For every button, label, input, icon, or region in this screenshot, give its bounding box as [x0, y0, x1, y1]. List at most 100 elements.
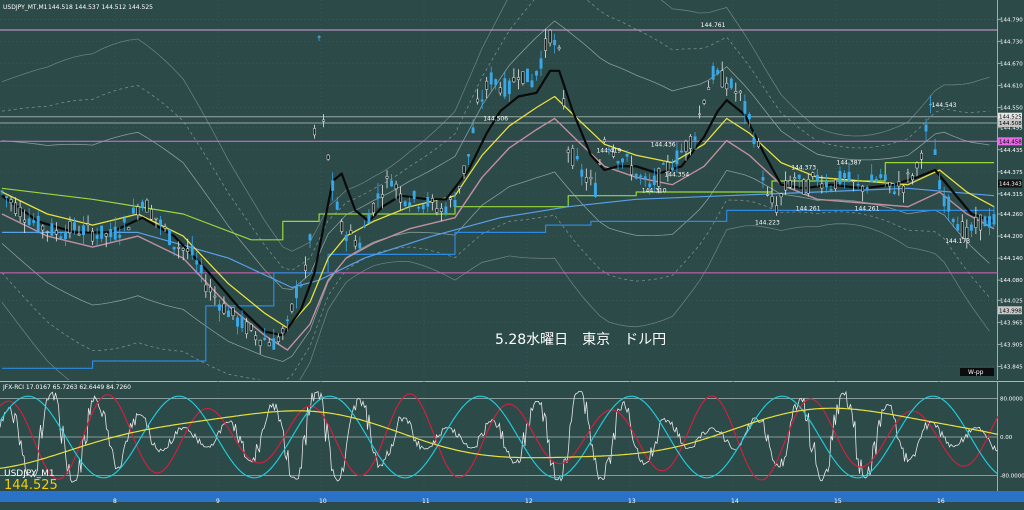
candle-body	[707, 87, 711, 90]
candle-body	[394, 183, 398, 190]
candle-body	[73, 222, 76, 231]
candle-body	[793, 177, 797, 180]
candle-body	[313, 128, 316, 136]
candle-body	[412, 190, 416, 200]
candle-body	[82, 225, 85, 236]
candle-body	[489, 72, 493, 85]
candle-body	[122, 218, 126, 223]
candle-body	[743, 101, 747, 114]
candle-body	[63, 231, 67, 240]
candle-body	[602, 139, 606, 142]
candle-body	[91, 231, 95, 242]
candle-body	[467, 154, 471, 157]
candle-body	[9, 199, 13, 204]
candle-body	[353, 240, 357, 247]
candle-body	[711, 66, 715, 80]
chart-title: USDJPY_MT,M1	[3, 4, 48, 11]
candle-body	[575, 155, 579, 160]
candle-body	[0, 190, 4, 193]
candle-body	[317, 36, 321, 38]
candle-body	[883, 174, 887, 181]
candle-body	[358, 242, 362, 249]
candle-body	[861, 185, 865, 192]
candle-body	[68, 221, 72, 234]
candle-body	[548, 30, 552, 44]
price-annotation: 144.261	[796, 206, 821, 213]
candle-body	[811, 172, 815, 177]
candle-body	[806, 179, 810, 194]
candle-body	[843, 172, 846, 179]
candle-body	[308, 234, 312, 241]
candle-body	[118, 234, 122, 238]
candle-body	[417, 206, 421, 209]
tick-label: 144.260	[1000, 212, 1023, 218]
price-annotation: 144.436	[651, 141, 676, 148]
candle-body	[127, 227, 131, 231]
candle-body	[159, 219, 162, 226]
candle-body	[32, 220, 36, 224]
candle-body	[584, 177, 588, 183]
chart-window: 144.761 144.506 144.543 144.419 144.436 144.3…	[0, 0, 1024, 505]
candle-body	[747, 114, 751, 120]
candle-body	[435, 208, 439, 213]
candle-body	[562, 98, 566, 106]
candle-body	[458, 186, 461, 189]
candle-body	[680, 150, 683, 153]
candle-body	[566, 149, 570, 153]
candle-body	[276, 336, 280, 343]
candle-body	[498, 87, 502, 94]
candle-body	[856, 183, 860, 186]
candle-body	[684, 140, 688, 152]
candle-body	[648, 183, 652, 188]
candle-body	[150, 209, 153, 220]
candle-body	[199, 264, 203, 274]
candle-body	[702, 100, 706, 104]
candle-body	[969, 224, 973, 231]
candle-body	[236, 317, 239, 327]
candle-body	[720, 70, 724, 88]
candle-body	[802, 179, 806, 195]
candle-body	[480, 99, 484, 102]
candle-body	[770, 196, 774, 204]
candle-body	[874, 178, 878, 182]
candle-body	[729, 78, 733, 89]
rci-oscillator[interactable]: 80.0000 0.00 -80.0000 JFX-RCI 17.0167 65.7…	[0, 381, 1024, 491]
candle-body	[54, 230, 58, 235]
price-annotation: 144.223	[755, 220, 780, 227]
candle-body	[371, 203, 375, 214]
candle-body	[385, 176, 389, 179]
candle-body	[249, 324, 253, 331]
candle-body	[788, 180, 792, 188]
candle-body	[847, 171, 851, 182]
candle-body	[367, 214, 371, 224]
tick-label: 144.790	[1000, 17, 1023, 23]
candle-body	[879, 174, 883, 178]
candle-body	[666, 162, 670, 172]
candle-body	[630, 165, 634, 175]
price-annotation: 144.261	[855, 206, 880, 213]
candle-body	[294, 286, 298, 299]
candle-body	[240, 316, 244, 329]
price-marker-label: 144.458	[999, 139, 1022, 145]
candle-body	[870, 174, 874, 183]
candle-body	[621, 158, 625, 163]
tick-label: 144.730	[1000, 39, 1023, 45]
candle-body	[888, 182, 892, 187]
candle-body	[779, 193, 783, 198]
candle-body	[145, 199, 149, 213]
candle-body	[245, 321, 249, 335]
price-annotation: 144.419	[596, 148, 621, 155]
candle-body	[45, 231, 49, 233]
candle-body	[403, 201, 407, 207]
candle-body	[571, 147, 575, 166]
chart-caption: 5.28水曜日 東京 ドル円	[495, 332, 666, 348]
candle-body	[757, 141, 760, 147]
candle-body	[852, 180, 856, 183]
price-chart[interactable]: 144.761 144.506 144.543 144.419 144.436 144.3…	[0, 0, 1024, 380]
candle-body	[290, 303, 294, 312]
candle-body	[485, 80, 489, 90]
candle-body	[41, 225, 45, 231]
tick-label: 143.905	[1000, 342, 1023, 348]
candle-body	[340, 221, 344, 232]
tick-label: 144.080	[1000, 278, 1023, 284]
